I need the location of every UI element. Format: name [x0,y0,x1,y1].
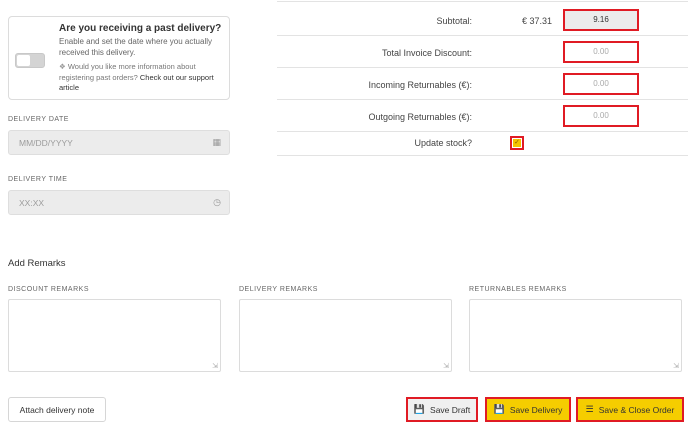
checkmark-icon: ✓ [513,139,521,147]
delivery-date-input[interactable] [9,131,189,154]
info-icon: ❖ [59,62,66,71]
update-stock-label: Update stock? [414,138,472,148]
delivery-date-label: DELIVERY DATE [8,116,69,123]
save-close-order-button[interactable]: ☰ Save & Close Order [576,397,684,422]
delivery-remarks-textarea[interactable]: ⇲ [239,299,452,372]
subtotal-currency: € 37.31 [522,16,553,26]
discount-remarks-textarea[interactable]: ⇲ [8,299,221,372]
clock-icon[interactable]: ◷ [213,197,221,208]
discount-input[interactable]: 0.00 [563,41,639,63]
subtotal-label: Subtotal: [436,16,472,26]
resize-handle-icon[interactable]: ⇲ [673,362,679,370]
discount-row: Total Invoice Discount: 0.00 [277,36,688,68]
save-delivery-button[interactable]: 💾 Save Delivery [485,397,571,422]
delivery-remarks-label: DELIVERY REMARKS [239,286,318,293]
delivery-time-input[interactable] [9,191,189,214]
save-delivery-label: Save Delivery [509,404,563,415]
discount-label: Total Invoice Discount: [381,48,472,58]
discount-remarks-label: DISCOUNT REMARKS [8,286,89,293]
past-delivery-card: Are you receiving a past delivery? Enabl… [8,16,230,100]
remarks-title: Add Remarks [8,258,66,269]
attach-delivery-note-button[interactable]: Attach delivery note [8,397,106,422]
subtotal-row: Subtotal: € 37.31 9.16 [277,2,688,36]
delivery-time-field[interactable]: ◷ [8,190,230,215]
outgoing-returnables-label: Outgoing Returnables (€): [368,112,472,122]
save-icon: 💾 [493,404,505,414]
save-icon: 💾 [413,404,426,414]
resize-handle-icon[interactable]: ⇲ [212,362,218,370]
resize-handle-icon[interactable]: ⇲ [443,362,449,370]
update-stock-checkbox[interactable]: ✓ [510,136,524,150]
delivery-time-label: DELIVERY TIME [8,176,68,183]
list-icon: ☰ [585,404,594,414]
past-delivery-info: ❖ Would you like more information about … [59,62,231,94]
past-delivery-toggle[interactable] [15,53,45,68]
toggle-knob [17,55,30,66]
attach-delivery-note-label: Attach delivery note [19,404,95,415]
incoming-returnables-row: Incoming Returnables (€): 0.00 [277,68,688,100]
save-draft-button[interactable]: 💾 Save Draft [406,397,478,422]
returnables-remarks-textarea[interactable]: ⇲ [469,299,682,372]
subtotal-value: 9.16 [563,9,639,31]
incoming-returnables-input[interactable]: 0.00 [563,73,639,95]
incoming-returnables-label: Incoming Returnables (€): [368,80,472,90]
past-delivery-description: Enable and set the date where you actual… [59,37,212,57]
calendar-icon[interactable]: ▦ [212,137,221,148]
outgoing-returnables-row: Outgoing Returnables (€): 0.00 [277,100,688,132]
outgoing-returnables-input[interactable]: 0.00 [563,105,639,127]
update-stock-row: Update stock? ✓ [277,132,688,156]
returnables-remarks-label: RETURNABLES REMARKS [469,286,567,293]
save-draft-label: Save Draft [430,404,471,415]
past-delivery-title: Are you receiving a past delivery? [59,23,222,34]
save-close-order-label: Save & Close Order [598,404,675,415]
delivery-date-field[interactable]: ▦ [8,130,230,155]
